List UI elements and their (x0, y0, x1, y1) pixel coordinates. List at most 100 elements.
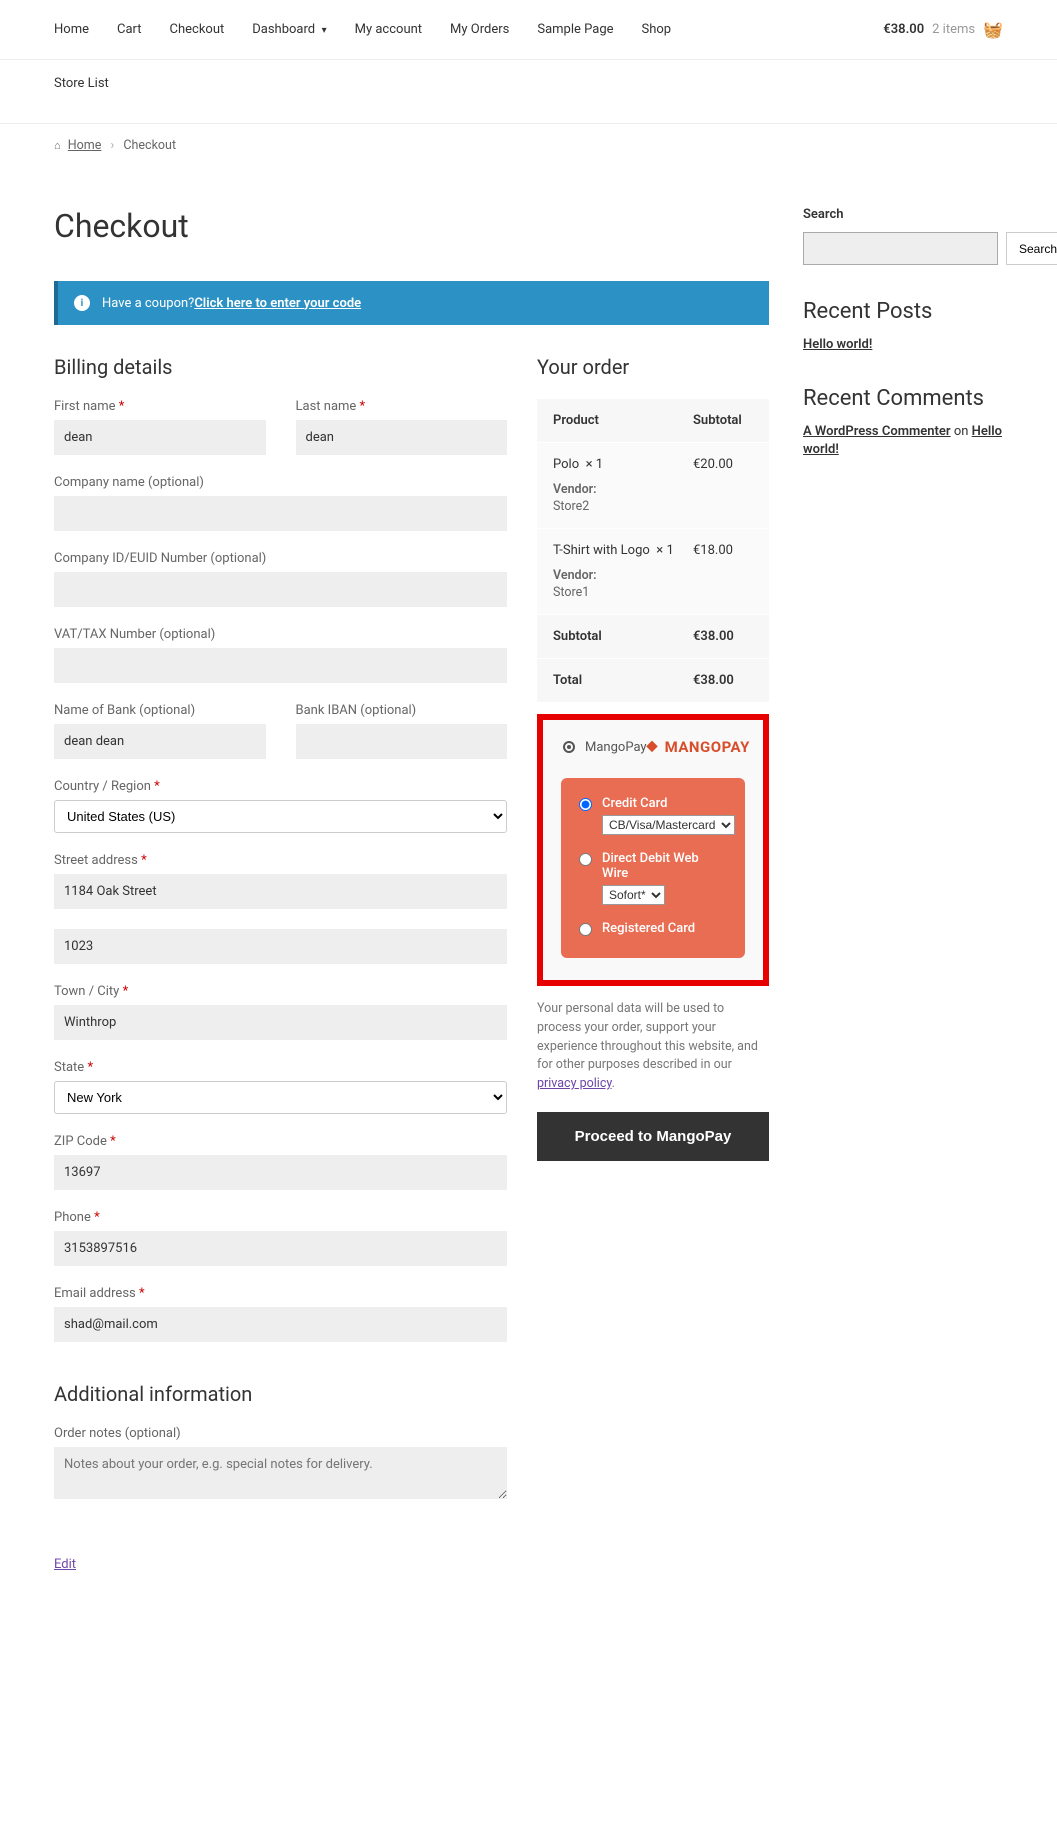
cart-item-count: 2 items (932, 22, 975, 37)
street-label: Street address * (54, 853, 507, 868)
breadcrumb: ⌂ Home › Checkout (0, 124, 1057, 167)
email-label: Email address * (54, 1286, 507, 1301)
registered-card-label: Registered Card (602, 921, 727, 936)
street1-input[interactable] (54, 874, 507, 909)
order-item-name: Polo (553, 457, 579, 472)
additional-heading: Additional information (54, 1382, 507, 1406)
mini-cart[interactable]: €38.00 2 items 🧺 (883, 20, 1003, 39)
payment-method-name: MangoPay (585, 740, 647, 755)
order-heading: Your order (537, 355, 769, 379)
email-input[interactable] (54, 1307, 507, 1342)
search-button[interactable]: Search (1006, 232, 1057, 265)
order-col-product: Product (553, 413, 693, 428)
commenter-link[interactable]: A WordPress Commenter (803, 424, 951, 439)
recent-comment: A WordPress Commenter on Hello world! (803, 423, 1003, 459)
order-item-qty: × 1 (586, 457, 603, 472)
info-icon: i (74, 295, 90, 311)
main: Checkout i Have a coupon? Click here to … (54, 207, 769, 1572)
nav-my-orders[interactable]: My Orders (450, 8, 509, 51)
direct-debit-radio[interactable] (579, 853, 592, 866)
top-nav-row2: Store List (0, 60, 1057, 124)
breadcrumb-sep: › (111, 138, 115, 153)
country-select[interactable]: United States (US) (54, 800, 507, 833)
breadcrumb-current: Checkout (123, 138, 176, 153)
coupon-notice: i Have a coupon? Click here to enter you… (54, 281, 769, 325)
search-heading: Search (803, 207, 1003, 222)
recent-post-link[interactable]: Hello world! (803, 337, 872, 352)
breadcrumb-home[interactable]: Home (68, 138, 102, 153)
edit-link[interactable]: Edit (54, 1557, 76, 1572)
nav-checkout[interactable]: Checkout (170, 8, 225, 51)
home-icon: ⌂ (54, 139, 61, 152)
order-item-name: T-Shirt with Logo (553, 543, 650, 558)
sidebar: Search Search Recent Posts Hello world! … (803, 207, 1003, 1572)
company-input[interactable] (54, 496, 507, 531)
order-row: Polo × 1 €20.00 Vendor: Store2 (537, 442, 769, 528)
street2-input[interactable] (54, 929, 507, 964)
phone-input[interactable] (54, 1231, 507, 1266)
company-id-input[interactable] (54, 572, 507, 607)
billing-column: Billing details First name * Last name *… (54, 355, 507, 1572)
order-notes-input[interactable] (54, 1447, 507, 1499)
mangopay-logo-text: MANGOPAY (665, 738, 750, 756)
order-item-subtotal: €20.00 (693, 457, 753, 472)
vendor-name: Store1 (553, 585, 753, 600)
vat-label: VAT/TAX Number (optional) (54, 627, 507, 642)
nav-dashboard[interactable]: Dashboard ▾ (252, 8, 326, 51)
vendor-name: Store2 (553, 499, 753, 514)
registered-card-radio[interactable] (579, 923, 592, 936)
state-label: State * (54, 1060, 507, 1075)
order-column: Your order Product Subtotal Polo × 1 €20… (537, 355, 769, 1572)
coupon-text: Have a coupon? (102, 296, 194, 311)
bank-iban-input[interactable] (296, 724, 508, 759)
nav-dashboard-label: Dashboard (252, 22, 315, 37)
bank-name-label: Name of Bank (optional) (54, 703, 266, 718)
nav-sample-page[interactable]: Sample Page (537, 8, 613, 51)
bank-name-input[interactable] (54, 724, 266, 759)
basket-icon: 🧺 (983, 20, 1003, 39)
nav-home[interactable]: Home (54, 8, 89, 51)
vendor-label: Vendor: (553, 482, 753, 497)
company-id-label: Company ID/EUID Number (optional) (54, 551, 507, 566)
page-title: Checkout (54, 207, 769, 245)
order-notes-label: Order notes (optional) (54, 1426, 507, 1441)
total-label: Total (553, 673, 693, 688)
coupon-link[interactable]: Click here to enter your code (194, 296, 361, 311)
comment-on: on (951, 424, 972, 439)
nav-items: Home Cart Checkout Dashboard ▾ My accoun… (54, 8, 671, 51)
recent-comments-heading: Recent Comments (803, 386, 1003, 411)
order-item-subtotal: €18.00 (693, 543, 753, 558)
search-input[interactable] (803, 232, 998, 265)
direct-debit-select[interactable]: Sofort* (602, 885, 665, 905)
payment-method-radio[interactable] (563, 741, 575, 753)
privacy-text: Your personal data will be used to proce… (537, 1000, 769, 1094)
payment-options: Credit Card CB/Visa/Mastercard Direct De… (561, 778, 745, 958)
zip-input[interactable] (54, 1155, 507, 1190)
direct-debit-label: Direct Debit Web Wire (602, 851, 727, 881)
nav-shop[interactable]: Shop (642, 8, 672, 51)
vat-input[interactable] (54, 648, 507, 683)
cart-price: €38.00 (883, 22, 924, 37)
state-select[interactable]: New York (54, 1081, 507, 1114)
credit-card-select[interactable]: CB/Visa/Mastercard (602, 815, 735, 835)
zip-label: ZIP Code * (54, 1134, 507, 1149)
order-table: Product Subtotal Polo × 1 €20.00 Vendor:… (537, 399, 769, 702)
nav-cart[interactable]: Cart (117, 8, 142, 51)
nav-store-list[interactable]: Store List (54, 62, 109, 105)
nav-my-account[interactable]: My account (355, 8, 422, 51)
privacy-policy-link[interactable]: privacy policy (537, 1076, 612, 1091)
credit-card-radio[interactable] (579, 798, 592, 811)
first-name-input[interactable] (54, 420, 266, 455)
chevron-down-icon: ▾ (319, 25, 327, 36)
mangopay-logo-icon (647, 740, 661, 754)
subtotal-label: Subtotal (553, 629, 693, 644)
town-input[interactable] (54, 1005, 507, 1040)
proceed-button[interactable]: Proceed to MangoPay (537, 1112, 769, 1161)
last-name-label: Last name * (296, 399, 508, 414)
total-value: €38.00 (693, 673, 753, 688)
top-nav: Home Cart Checkout Dashboard ▾ My accoun… (0, 0, 1057, 60)
mangopay-logo: MANGOPAY (647, 738, 750, 756)
first-name-label: First name * (54, 399, 266, 414)
last-name-input[interactable] (296, 420, 508, 455)
credit-card-label: Credit Card (602, 796, 735, 811)
